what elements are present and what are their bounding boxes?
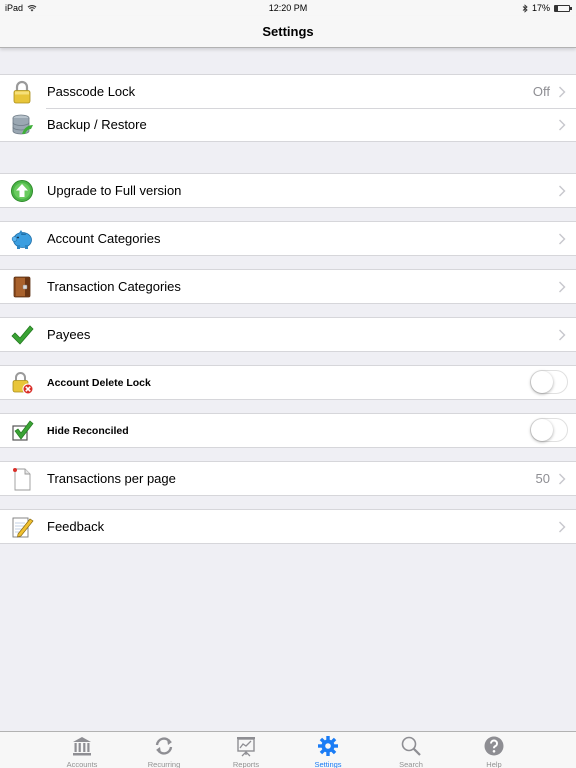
passcode-lock-value: Off bbox=[532, 84, 550, 99]
ledger-book-icon bbox=[13, 276, 31, 298]
transaction-categories-label: Transaction Categories bbox=[47, 279, 181, 294]
passcode-lock-label: Passcode Lock bbox=[47, 84, 136, 99]
tab-accounts-label: Accounts bbox=[66, 760, 98, 768]
passcode-lock-row[interactable]: Passcode Lock Off bbox=[0, 75, 576, 108]
chevron-right-icon bbox=[559, 119, 566, 131]
chevron-right-icon bbox=[559, 86, 566, 98]
feedback-label: Feedback bbox=[47, 519, 105, 534]
toggle-knob bbox=[531, 371, 553, 393]
transaction-categories-group: Transaction Categories bbox=[0, 269, 576, 304]
toggle-knob bbox=[531, 419, 553, 441]
account-delete-lock-group: Account Delete Lock bbox=[0, 365, 576, 400]
account-delete-lock-row: Account Delete Lock bbox=[0, 366, 576, 399]
upgrade-row[interactable]: Upgrade to Full version bbox=[0, 174, 576, 207]
page-title: Settings bbox=[262, 24, 314, 39]
transactions-per-page-label: Transactions per page bbox=[47, 471, 176, 486]
chevron-right-icon bbox=[559, 473, 566, 485]
hide-reconciled-group: Hide Reconciled bbox=[0, 413, 576, 448]
status-time: 12:20 PM bbox=[268, 3, 308, 13]
account-categories-label: Account Categories bbox=[47, 231, 161, 246]
feedback-group: Feedback bbox=[0, 509, 576, 544]
notepad-pencil-icon bbox=[12, 517, 34, 538]
backup-restore-row[interactable]: Backup / Restore bbox=[0, 108, 576, 141]
tab-recurring[interactable]: Recurring bbox=[129, 735, 199, 768]
tab-search-label: Search bbox=[399, 760, 423, 768]
payees-group: Payees bbox=[0, 317, 576, 352]
tab-help[interactable]: Help bbox=[459, 735, 529, 768]
tab-settings[interactable]: Settings bbox=[293, 735, 363, 768]
refresh-icon bbox=[155, 737, 173, 755]
chevron-right-icon bbox=[559, 281, 566, 293]
tab-reports[interactable]: Reports bbox=[211, 735, 281, 768]
tab-help-label: Help bbox=[486, 760, 502, 768]
bluetooth-icon bbox=[522, 3, 528, 13]
account-delete-lock-toggle[interactable] bbox=[530, 370, 568, 394]
status-bar: iPad 12:20 PM 17% bbox=[0, 0, 576, 16]
chevron-right-icon bbox=[559, 329, 566, 341]
tab-accounts[interactable]: Accounts bbox=[47, 735, 117, 768]
chevron-right-icon bbox=[559, 233, 566, 245]
navigation-bar: Settings bbox=[0, 16, 576, 48]
tab-reports-label: Reports bbox=[232, 760, 260, 768]
chevron-right-icon bbox=[559, 185, 566, 197]
payees-row[interactable]: Payees bbox=[0, 318, 576, 351]
upgrade-label: Upgrade to Full version bbox=[47, 183, 182, 198]
magnifier-icon bbox=[401, 736, 421, 756]
battery-percent: 17% bbox=[531, 3, 550, 13]
account-categories-group: Account Categories bbox=[0, 221, 576, 256]
document-icon bbox=[13, 468, 31, 491]
padlock-icon bbox=[13, 80, 31, 104]
upgrade-group: Upgrade to Full version bbox=[0, 173, 576, 208]
bank-icon bbox=[73, 737, 91, 756]
tab-recurring-label: Recurring bbox=[147, 760, 181, 768]
backup-restore-label: Backup / Restore bbox=[47, 117, 147, 132]
tab-bar: Accounts Recurring Reports Settings Sear… bbox=[0, 731, 576, 768]
hide-reconciled-label: Hide Reconciled bbox=[47, 424, 129, 437]
feedback-row[interactable]: Feedback bbox=[0, 510, 576, 543]
account-delete-lock-label: Account Delete Lock bbox=[47, 376, 151, 389]
help-icon bbox=[484, 736, 504, 756]
gear-icon bbox=[318, 736, 338, 756]
transactions-per-page-value: 50 bbox=[535, 471, 550, 486]
padlock-delete-icon bbox=[12, 372, 34, 395]
checkbox-checked-icon bbox=[12, 420, 34, 441]
hide-reconciled-toggle[interactable] bbox=[530, 418, 568, 442]
transactions-per-page-row[interactable]: Transactions per page 50 bbox=[0, 462, 576, 495]
presentation-icon bbox=[237, 737, 255, 757]
database-icon bbox=[12, 114, 33, 135]
account-categories-row[interactable]: Account Categories bbox=[0, 222, 576, 255]
chevron-right-icon bbox=[559, 521, 566, 533]
piggy-bank-icon bbox=[11, 230, 32, 249]
checkmark-icon bbox=[11, 325, 34, 345]
security-group: Passcode Lock Off Backup / Restore bbox=[0, 74, 576, 142]
payees-label: Payees bbox=[47, 327, 91, 342]
transactions-per-page-group: Transactions per page 50 bbox=[0, 461, 576, 496]
tab-settings-label: Settings bbox=[314, 760, 342, 768]
tab-search[interactable]: Search bbox=[376, 735, 446, 768]
transaction-categories-row[interactable]: Transaction Categories bbox=[0, 270, 576, 303]
hide-reconciled-row: Hide Reconciled bbox=[0, 414, 576, 447]
battery-icon bbox=[554, 4, 572, 12]
upgrade-arrow-icon bbox=[11, 180, 33, 202]
